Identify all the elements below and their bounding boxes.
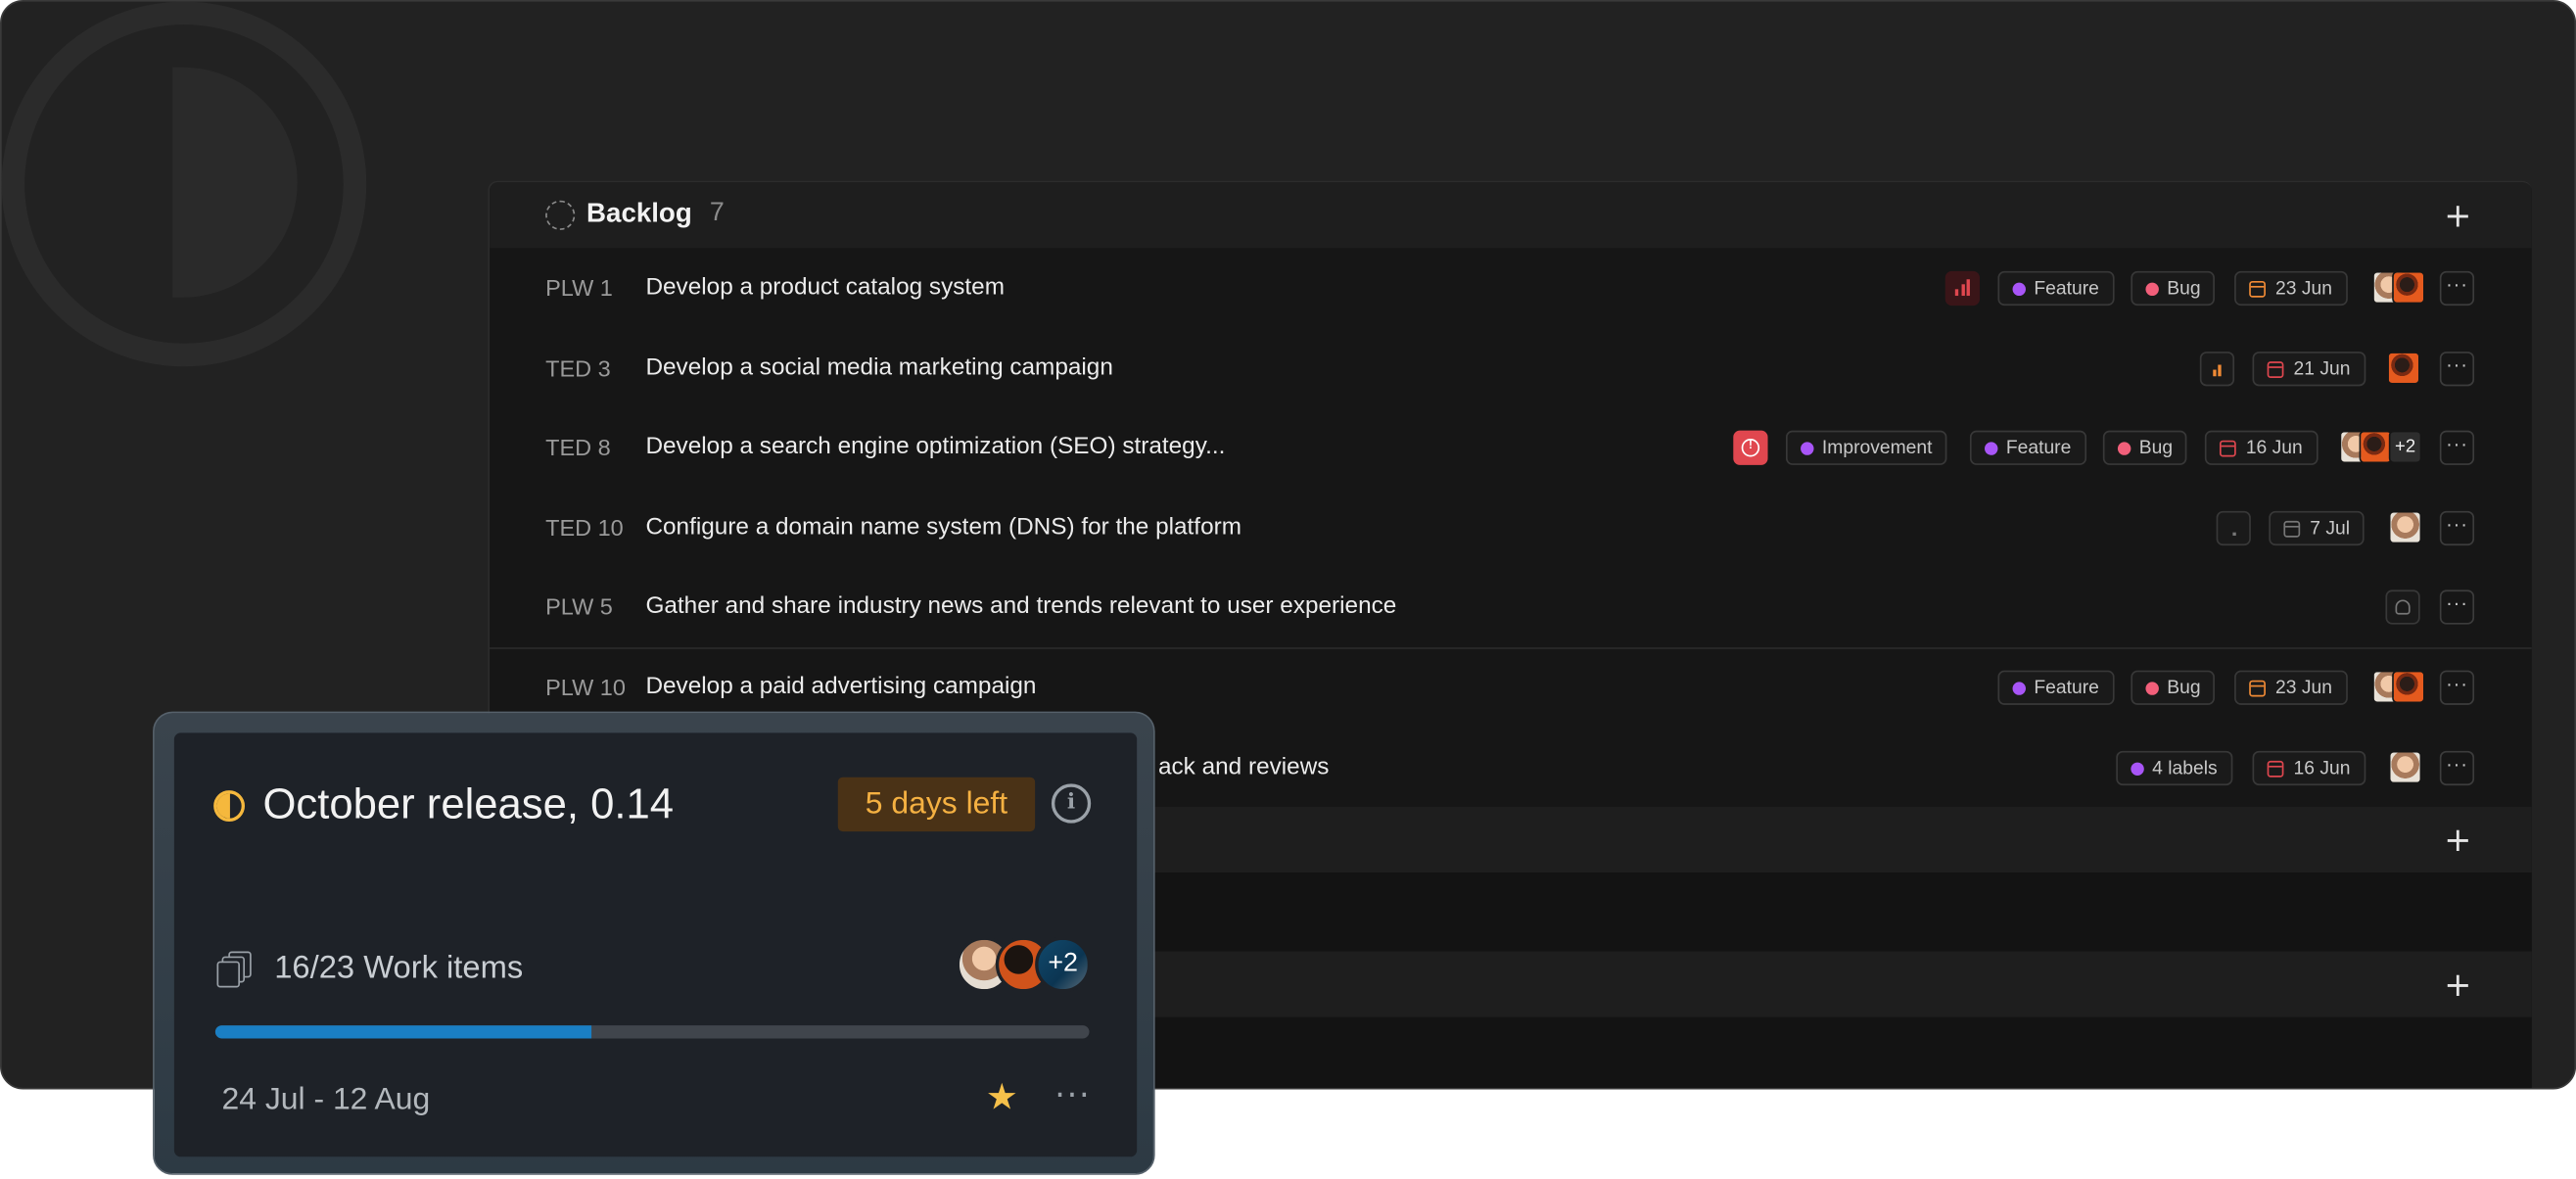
label-text: Bug [2167, 678, 2201, 698]
stack-icon [216, 951, 256, 988]
due-date-text: 23 Jun [2275, 278, 2332, 299]
label-chip[interactable]: Improvement [1785, 430, 1947, 465]
add-issue-plus-icon[interactable]: + [2443, 824, 2472, 857]
row-more-icon[interactable]: ··· [2439, 670, 2475, 705]
issue-title[interactable]: Gather and share industry news and trend… [645, 593, 1396, 620]
calendar-icon [2249, 679, 2266, 696]
backlog-group-header[interactable]: Backlog 7 + [490, 182, 2532, 249]
calendar-icon [2283, 520, 2301, 537]
issue-row[interactable]: TED 8 Develop a search engine optimizati… [490, 407, 2532, 487]
assignee-avatar[interactable] [2388, 750, 2422, 784]
progress-bar [214, 1025, 1090, 1039]
issue-id: TED 10 [545, 514, 624, 542]
star-icon[interactable]: ★ [986, 1078, 1018, 1119]
issue-id: PLW 5 [545, 592, 613, 620]
label-chip[interactable]: Bug [2102, 430, 2188, 465]
label-text: Bug [2167, 278, 2201, 299]
calendar-icon [2219, 439, 2236, 456]
issue-title[interactable]: Develop a paid advertising campaign [645, 674, 1036, 700]
issue-id: TED 3 [545, 354, 611, 382]
issue-title[interactable]: Develop a search engine optimization (SE… [645, 434, 1225, 460]
label-chip[interactable]: Feature [1997, 670, 2114, 705]
due-date-text: 7 Jul [2310, 518, 2351, 539]
due-date-chip[interactable]: 23 Jun [2234, 670, 2348, 705]
due-date-chip[interactable]: 23 Jun [2234, 270, 2348, 307]
issue-title[interactable]: Develop a social media marketing campaig… [645, 354, 1112, 381]
label-text: Feature [2034, 678, 2099, 698]
add-issue-plus-icon[interactable]: + [2443, 199, 2472, 232]
due-date-text: 16 Jun [2245, 438, 2303, 458]
group-count: 7 [709, 199, 725, 227]
issue-title[interactable]: Develop a product catalog system [645, 274, 1005, 301]
label-text: Feature [2005, 438, 2072, 458]
label-chip[interactable]: Feature [1969, 430, 2086, 465]
cycle-half-icon [213, 790, 246, 822]
assignee-placeholder-icon[interactable] [2385, 590, 2420, 625]
row-more-icon[interactable]: ··· [2439, 750, 2475, 786]
label-chip[interactable]: Feature [1997, 270, 2114, 307]
label-text: Bug [2138, 438, 2174, 458]
due-date-text: 21 Jun [2293, 358, 2351, 379]
issue-row[interactable]: TED 10 Configure a domain name system (D… [490, 488, 2532, 567]
due-date-chip[interactable]: 21 Jun [2252, 352, 2365, 387]
cycle-date-range: 24 Jul - 12 Aug [221, 1082, 431, 1118]
priority-medium-icon[interactable] [2199, 352, 2235, 387]
issue-id: PLW 10 [545, 673, 626, 700]
label-text: Improvement [1821, 438, 1933, 458]
group-title: Backlog [586, 199, 692, 229]
cycle-title[interactable]: October release, 0.14 [262, 778, 674, 829]
label-text: Feature [2034, 278, 2099, 299]
more-icon[interactable]: ··· [1054, 1074, 1091, 1113]
label-text: 4 labels [2152, 758, 2218, 778]
days-left-badge: 5 days left [837, 777, 1036, 832]
assignee-avatar[interactable] [2387, 352, 2420, 385]
row-more-icon[interactable]: ··· [2439, 590, 2475, 625]
label-chip[interactable]: 4 labels [2116, 750, 2232, 786]
row-more-icon[interactable]: ··· [2439, 352, 2475, 387]
extra-assignees-badge[interactable]: +2 [2388, 430, 2422, 464]
backlog-status-icon [545, 200, 576, 230]
assignee-avatar[interactable] [2359, 430, 2393, 464]
due-date-chip[interactable]: 7 Jul [2269, 510, 2365, 546]
calendar-icon [2267, 360, 2284, 378]
due-date-text: 16 Jun [2293, 758, 2351, 778]
calendar-icon [2249, 280, 2266, 297]
issue-title[interactable]: Configure a domain name system (DNS) for… [645, 514, 1241, 541]
assignee-avatar[interactable] [2392, 270, 2425, 305]
row-more-icon[interactable]: ··· [2439, 270, 2475, 307]
due-date-chip[interactable]: 16 Jun [2252, 750, 2365, 786]
label-chip[interactable]: Bug [2131, 270, 2216, 307]
issue-id: PLW 1 [545, 274, 613, 302]
issue-row[interactable]: TED 3 Develop a social media marketing c… [490, 329, 2532, 408]
info-icon[interactable]: i [1051, 783, 1092, 824]
assignee-avatar[interactable] [2388, 510, 2422, 544]
extra-members-badge[interactable]: +2 [1035, 936, 1092, 993]
due-date-text: 23 Jun [2275, 678, 2332, 698]
priority-high-icon[interactable] [1944, 270, 1980, 307]
priority-none-icon[interactable] [2216, 510, 2251, 546]
issue-id: TED 8 [545, 433, 611, 460]
calendar-icon [2267, 760, 2284, 777]
cycle-card-frame: October release, 0.14 5 days left i 16/2… [153, 711, 1155, 1175]
cycle-card[interactable]: October release, 0.14 5 days left i 16/2… [173, 732, 1138, 1157]
assignee-avatar[interactable] [2392, 670, 2425, 704]
issue-row[interactable]: PLW 5 Gather and share industry news and… [490, 567, 2532, 646]
progress-fill [214, 1025, 591, 1039]
priority-urgent-icon[interactable]: ! [1733, 430, 1768, 465]
issue-row[interactable]: PLW 1 Develop a product catalog system F… [490, 248, 2532, 327]
work-items-count: 16/23 Work items [274, 949, 524, 986]
add-issue-plus-icon[interactable]: + [2443, 967, 2472, 1001]
row-more-icon[interactable]: ··· [2439, 510, 2475, 546]
due-date-chip[interactable]: 16 Jun [2204, 430, 2318, 465]
row-more-icon[interactable]: ··· [2439, 430, 2475, 465]
issue-title[interactable]: ack and reviews [1158, 754, 1329, 780]
label-chip[interactable]: Bug [2131, 670, 2216, 705]
